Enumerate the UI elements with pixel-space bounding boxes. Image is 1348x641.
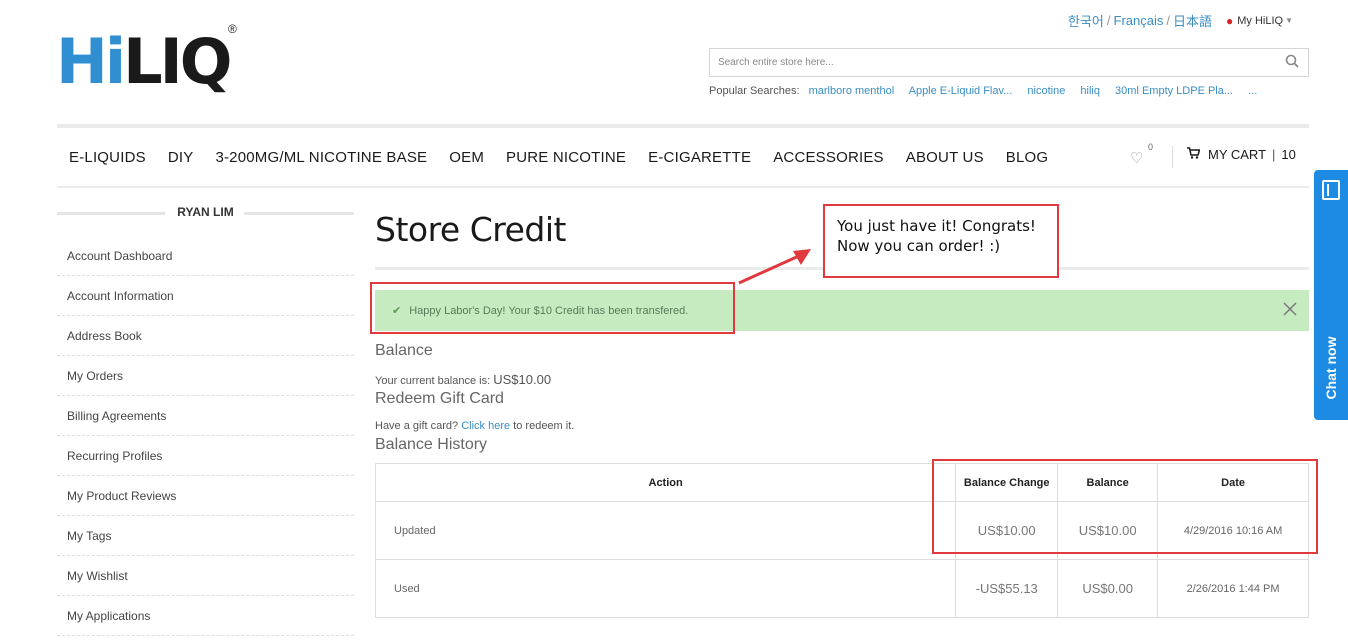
gift-card-prompt: Have a gift card? Click here to redeem i… [375, 420, 574, 432]
nav-item-diy[interactable]: DIY [168, 149, 194, 166]
current-balance-label: Your current balance is: [375, 375, 491, 387]
lang-japanese-link[interactable]: 日本語 [1173, 11, 1212, 30]
redeem-heading: Redeem Gift Card [375, 390, 504, 407]
sidebar-item-account-information[interactable]: Account Information [57, 276, 354, 316]
current-balance-value: US$10.00 [493, 372, 552, 387]
popular-search-link[interactable]: nicotine [1027, 85, 1065, 97]
nav-divider [57, 186, 1309, 188]
popular-searches: Popular Searches: marlboro menthol Apple… [709, 85, 1269, 97]
column-header-action: Action [374, 463, 957, 502]
annotation-note: You just have it! Congrats! Now you can … [823, 204, 1059, 278]
nav-item-about-us[interactable]: ABOUT US [906, 149, 984, 166]
annotation-line-1: You just have it! Congrats! [837, 217, 1036, 235]
nav-item-e-cigarette[interactable]: E-CIGARETTE [648, 149, 751, 166]
sidebar-item-my-product-reviews[interactable]: My Product Reviews [57, 476, 354, 516]
current-balance: Your current balance is: US$10.00 [375, 372, 551, 387]
gift-card-prefix: Have a gift card? [375, 420, 459, 432]
page-title: Store Credit [375, 210, 566, 249]
annotation-highlight-table [932, 459, 1318, 554]
nav-item-oem[interactable]: OEM [449, 149, 484, 166]
chat-document-icon [1322, 180, 1340, 200]
user-icon: ● [1226, 13, 1234, 28]
sidebar-item-billing-agreements[interactable]: Billing Agreements [57, 396, 354, 436]
registered-mark: ® [228, 22, 237, 36]
cart-button[interactable]: MY CART | 10 [1187, 147, 1296, 162]
my-account-menu[interactable]: ● My HiLIQ ▼ [1226, 14, 1293, 28]
chat-now-tab[interactable]: Chat now [1314, 170, 1348, 420]
close-icon[interactable] [1283, 300, 1297, 321]
cart-count: 10 [1281, 147, 1296, 162]
cart-separator: | [1272, 147, 1276, 162]
wishlist-link[interactable]: ♡ 0 [1130, 142, 1153, 167]
search-input[interactable] [710, 49, 1276, 76]
sidebar-item-address-book[interactable]: Address Book [57, 316, 354, 356]
logo-hi: Hi [56, 25, 126, 98]
sidebar-title: RYAN LIM [177, 205, 234, 219]
lang-french-link[interactable]: Français [1114, 13, 1164, 28]
popular-search-more[interactable]: ... [1248, 85, 1257, 97]
gift-card-suffix: to redeem it. [513, 420, 575, 432]
main-nav: E-LIQUIDS DIY 3-200MG/ML NICOTINE BASE O… [57, 128, 1309, 186]
search-icon[interactable] [1276, 54, 1308, 71]
annotation-arrow-icon [738, 249, 811, 285]
nav-item-blog[interactable]: BLOG [1006, 149, 1048, 166]
my-account-label: My HiLIQ [1237, 14, 1284, 27]
cell-action: Used [374, 559, 957, 618]
popular-search-link[interactable]: hiliq [1080, 85, 1100, 97]
cart-label: MY CART [1208, 147, 1267, 162]
nav-item-nicotine-base[interactable]: 3-200MG/ML NICOTINE BASE [215, 149, 427, 166]
hiliq-logo[interactable]: Hi LIQ ® [56, 22, 237, 98]
chevron-down-icon: ▼ [1285, 16, 1294, 25]
balance-history-heading: Balance History [375, 436, 488, 453]
table-row: Used -US$55.13 US$0.00 2/26/2016 1:44 PM [374, 559, 1309, 618]
popular-search-link[interactable]: Apple E-Liquid Flav... [909, 85, 1013, 97]
chat-now-label: Chat now [1323, 336, 1339, 400]
nav-item-pure-nicotine[interactable]: PURE NICOTINE [506, 149, 626, 166]
sidebar-item-my-orders[interactable]: My Orders [57, 356, 354, 396]
top-links: 한국어 / Français / 日本語 ● My HiLIQ ▼ [1068, 11, 1293, 30]
sidebar-item-recurring-profiles[interactable]: Recurring Profiles [57, 436, 354, 476]
account-sidebar: Account Dashboard Account Information Ad… [57, 236, 354, 636]
sidebar-item-account-dashboard[interactable]: Account Dashboard [57, 236, 354, 276]
cart-icon [1187, 147, 1201, 162]
cell-balance: US$0.00 [1057, 559, 1159, 618]
lang-separator: / [1106, 13, 1111, 28]
wishlist-count: 0 [1148, 142, 1154, 152]
popular-search-link[interactable]: 30ml Empty LDPE Pla... [1115, 85, 1233, 97]
balance-heading: Balance [375, 342, 433, 359]
logo-liq: LIQ [123, 25, 232, 98]
annotation-line-2: Now you can order! :) [837, 237, 1001, 255]
search-bar [709, 48, 1309, 77]
nav-item-e-liquids[interactable]: E-LIQUIDS [69, 149, 146, 166]
sidebar-item-my-wishlist[interactable]: My Wishlist [57, 556, 354, 596]
lang-separator: / [1166, 13, 1170, 28]
cart-divider [1172, 146, 1173, 168]
annotation-highlight-message [370, 282, 735, 334]
heart-icon: ♡ [1130, 150, 1144, 167]
cell-date: 2/26/2016 1:44 PM [1157, 559, 1309, 618]
sidebar-item-my-applications[interactable]: My Applications [57, 596, 354, 636]
nav-item-accessories[interactable]: ACCESSORIES [773, 149, 884, 166]
redeem-link[interactable]: Click here [461, 420, 510, 432]
cell-balance-change: -US$55.13 [955, 559, 1059, 618]
popular-searches-label: Popular Searches: [709, 85, 800, 97]
popular-search-link[interactable]: marlboro menthol [809, 85, 895, 97]
lang-korean-link[interactable]: 한국어 [1068, 11, 1104, 30]
sidebar-item-my-tags[interactable]: My Tags [57, 516, 354, 556]
cell-action: Updated [374, 501, 957, 560]
